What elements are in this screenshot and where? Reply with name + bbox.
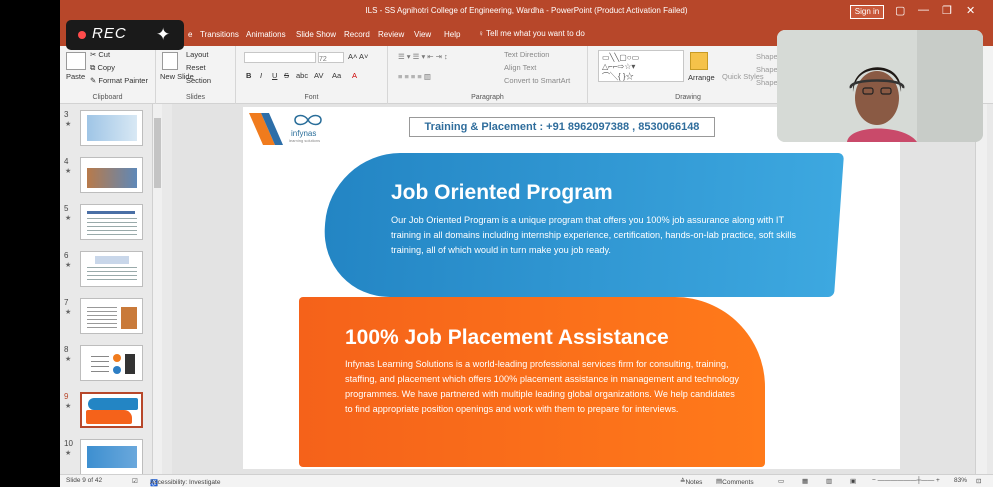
reading-view-icon[interactable]: ▥ [826,477,832,485]
clipboard-group: Paste ✂ Cut ⧉ Copy ✎ Format Painter Clip… [60,46,156,104]
job-program-body: Our Job Oriented Program is a unique pro… [391,215,796,255]
slide-thumbnail-selected[interactable] [80,392,143,428]
slide-count: Slide 9 of 42 [66,477,103,484]
lightbulb-icon: ♀ [478,29,487,38]
shape-effects-button[interactable]: Shape [756,78,778,87]
shape-outline-button[interactable]: Shape [756,65,778,74]
logo-mark [249,113,283,145]
format-painter-button[interactable]: ✎ Format Painter [90,76,148,85]
font-group-label: Font [304,94,319,101]
thumbnail-scrollbar[interactable] [152,104,162,474]
align-icons[interactable]: ≡ ≡ ≡ ≡ ▥ [398,72,431,81]
restore-icon[interactable]: ❐ [942,4,952,17]
sparkle-icon[interactable]: ✦ [156,25,170,45]
placement-body: Infynas Learning Solutions is a world-le… [345,359,739,414]
italic-button[interactable]: I [260,71,262,80]
scrollbar-thumb[interactable] [154,118,161,188]
slide-thumbnail[interactable] [80,251,143,287]
slide-thumbnail[interactable] [80,298,143,334]
zoom-slider[interactable]: − ——————┼—— + [872,477,940,484]
tab-help[interactable]: Help [444,30,460,39]
spelling-icon[interactable]: ☑ [132,477,138,485]
slide-thumbnail[interactable] [80,439,143,475]
notes-button[interactable]: ≙ Notes [680,477,702,486]
tab-slide-show[interactable]: Slide Show [296,30,336,39]
contact-banner: Training & Placement : +91 8962097388 , … [409,117,715,137]
tab-animations[interactable]: Animations [246,30,286,39]
arrange-button[interactable]: Arrange [688,73,715,82]
close-icon[interactable]: ✕ [966,4,975,17]
align-text-button[interactable]: Align Text [504,63,536,72]
arrange-icon[interactable] [690,52,708,70]
logo-subtext: learning solutions [289,138,321,143]
status-bar: Slide 9 of 42 ☑ ♿ Accessibility: Investi… [60,474,993,487]
slide-scrollbar[interactable] [975,104,987,474]
logo-text: infynas [291,129,317,138]
font-name-box[interactable] [244,52,316,63]
section-button[interactable]: Section [186,76,211,85]
slide-thumbnail[interactable] [80,110,143,146]
ribbon-display-icon[interactable]: ▢ [895,4,905,17]
layout-button[interactable]: Layout [186,50,209,59]
title-bar: ILS - SS Agnihotri College of Engineerin… [60,0,993,24]
slide-sorter-icon[interactable]: ▦ [802,477,808,485]
spacing-button[interactable]: AV [314,71,323,80]
font-size-box[interactable]: 72 [318,52,344,63]
drawing-group-label: Drawing [675,94,701,101]
slideshow-view-icon[interactable]: ▣ [850,477,856,485]
tab-partial[interactable]: e [188,30,192,39]
recording-badge[interactable]: REC ✦ [66,20,184,50]
minimize-icon[interactable]: — [918,4,929,16]
paste-icon[interactable] [66,52,86,70]
bold-button[interactable]: B [246,71,251,80]
shadow-button[interactable]: abc [296,71,308,80]
tab-record[interactable]: Record [344,30,370,39]
tell-me-box[interactable]: ♀ Tell me what you want to do [478,29,585,38]
zoom-level[interactable]: 83% [954,477,967,484]
shape-fill-button[interactable]: Shape [756,52,778,61]
shapes-icons: ▭╲╲▢○▭ △⌐⌐⇨☆▾ ⌒╲{ }☆ [602,53,640,81]
underline-button[interactable]: U [272,71,277,80]
tab-transitions[interactable]: Transitions [200,30,239,39]
slide-thumbnail[interactable] [80,157,143,193]
infinity-logo-icon [294,114,322,126]
convert-smartart-button[interactable]: Convert to SmartArt [504,76,570,85]
slide[interactable]: infynas learning solutions Training & Pl… [243,107,900,469]
change-case-button[interactable]: Aa [332,71,341,80]
copy-button[interactable]: ⧉ Copy [90,63,115,73]
slides-group-label: Slides [185,94,206,101]
bullets-icon[interactable]: ☰ ▾ ☰ ▾ ⇤ ⇥ ↕ [398,52,448,61]
comments-button[interactable]: ▤ Comments [716,477,754,486]
presenter-video [777,30,983,142]
shapes-gallery[interactable]: ▭╲╲▢○▭ △⌐⌐⇨☆▾ ⌒╲{ }☆ [598,50,684,82]
sign-in-button[interactable]: Sign in [850,5,884,19]
tab-review[interactable]: Review [378,30,404,39]
text-direction-button[interactable]: Text Direction [504,50,549,59]
font-group: 72 A˄ A˅ B I U S abc AV Aa A Font [236,46,388,104]
slide-thumbnail[interactable] [80,345,143,381]
slides-group: New Slide Layout Reset Section Slides [156,46,236,104]
webcam-overlay [777,30,983,142]
job-program-title: Job Oriented Program [391,181,613,204]
slide-thumbnail[interactable] [80,204,143,240]
font-color-button[interactable]: A [352,71,357,80]
paste-button[interactable]: Paste [66,72,85,81]
clipboard-group-label: Clipboard [92,94,123,101]
paragraph-group: ☰ ▾ ☰ ▾ ⇤ ⇥ ↕ ≡ ≡ ≡ ≡ ▥ Text Direction A… [388,46,588,104]
grow-font-icon[interactable]: A˄ A˅ [348,52,368,61]
slide-canvas: infynas learning solutions Training & Pl… [172,104,982,474]
normal-view-icon[interactable]: ▭ [778,477,784,485]
reset-button[interactable]: Reset [186,63,206,72]
tell-me-text: Tell me what you want to do [486,29,585,38]
paragraph-group-label: Paragraph [471,94,504,101]
strikethrough-button[interactable]: S [284,71,289,80]
tab-view[interactable]: View [414,30,431,39]
drawing-group: ▭╲╲▢○▭ △⌐⌐⇨☆▾ ⌒╲{ }☆ Arrange Quick Styles … [588,46,788,104]
recording-label: REC [92,25,127,42]
record-dot-icon [78,31,86,39]
fit-slide-icon[interactable]: ⊡ [976,477,981,485]
new-slide-icon[interactable] [162,52,178,70]
placement-title: 100% Job Placement Assistance [345,326,669,349]
cut-button[interactable]: ✂ Cut [90,50,110,59]
